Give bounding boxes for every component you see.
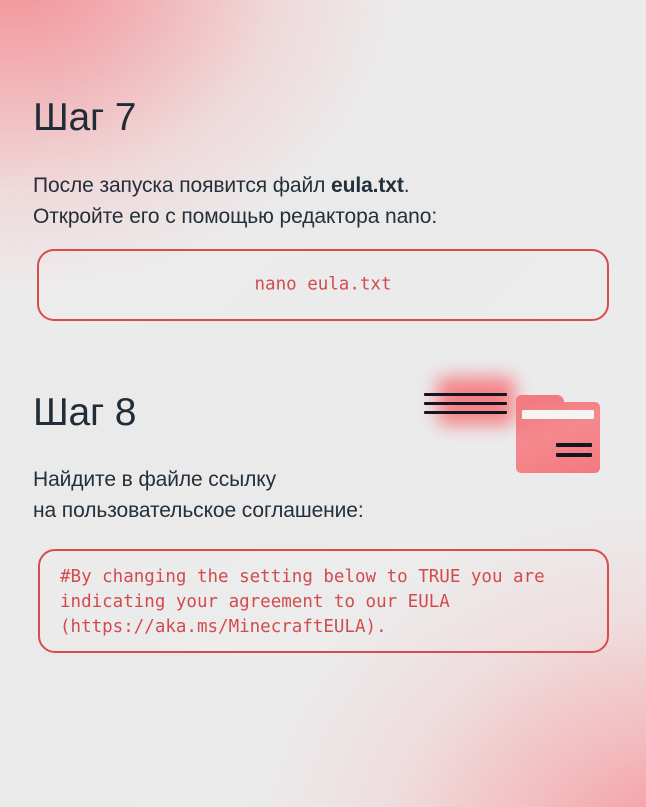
document-lines-icon [424, 393, 507, 397]
step-8-paragraph: Найдите в файле ссылку на пользовательско… [33, 464, 364, 526]
step-7-filename: eula.txt [331, 174, 404, 197]
step-7-command-text: nano eula.txt [254, 274, 392, 295]
step-7-command-box[interactable]: nano eula.txt [37, 249, 609, 321]
document-lines-icon [424, 402, 507, 406]
document-lines-icon [424, 411, 507, 415]
step-8-paragraph-line-1: Найдите в файле ссылку [33, 468, 276, 491]
folder-icon [516, 395, 600, 473]
step-7-paragraph-line-1-prefix: После запуска появится файл [33, 174, 332, 197]
step-7-paragraph-line-1-suffix: . [403, 174, 410, 197]
step-7-paragraph: После запуска появится файл eula.txt. Отк… [33, 170, 437, 232]
folder-content-line [556, 453, 592, 457]
step-7-heading: Шаг 7 [33, 96, 137, 139]
step-8-eula-box[interactable]: #By changing the setting below to TRUE y… [38, 549, 609, 653]
step-7-paragraph-line-2: Откройте его с помощью редактора nano: [33, 205, 438, 228]
step-8-paragraph-line-2: на пользовательское соглашение: [33, 499, 364, 522]
step-8-eula-text: #By changing the setting below to TRUE y… [60, 567, 545, 637]
folder-content-line [556, 443, 592, 447]
step-8-heading: Шаг 8 [33, 391, 137, 434]
folder-label-strip [522, 410, 594, 419]
pink-glow-shape [437, 377, 515, 425]
folder-illustration [412, 368, 614, 480]
slide-canvas: Шаг 7 После запуска появится файл eula.t… [0, 0, 646, 807]
